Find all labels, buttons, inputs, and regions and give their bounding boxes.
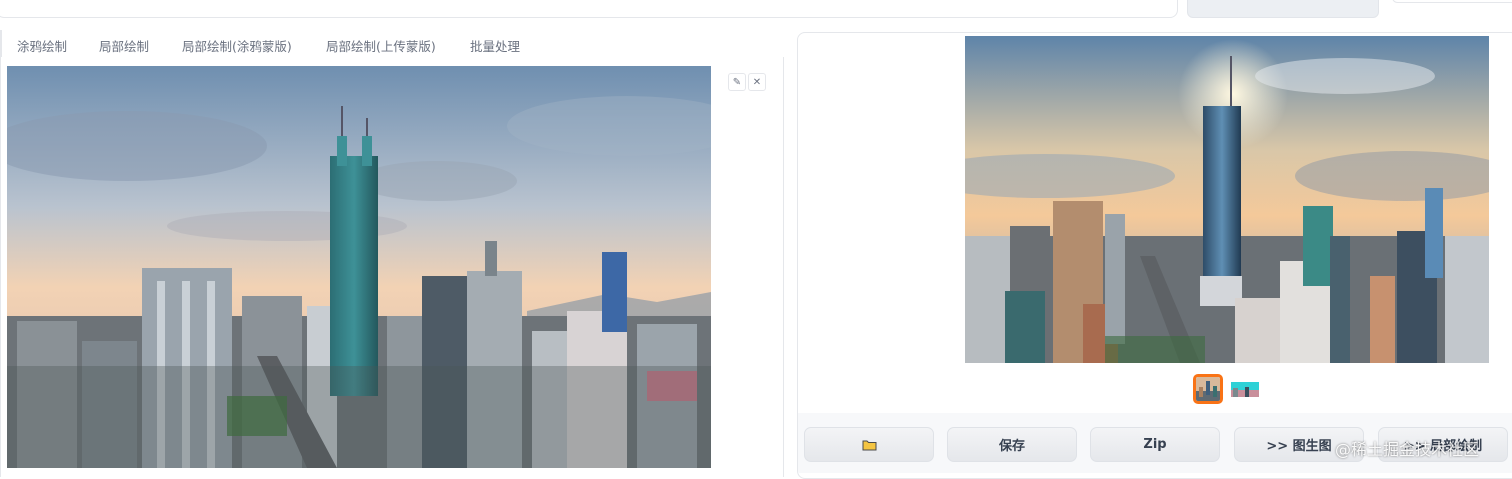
close-icon[interactable]: ✕ [748, 73, 766, 91]
tab-sketch[interactable]: 涂鸦绘制 [17, 36, 67, 55]
save-button[interactable]: 保存 [947, 427, 1077, 462]
top-secondary-field[interactable] [1392, 0, 1512, 3]
img2img-mode-tabs: 涂鸦绘制 局部绘制 局部绘制(涂鸦蒙版) 局部绘制(上传蒙版) 批量处理 [0, 30, 783, 58]
tab-inpaint-upload[interactable]: 局部绘制(上传蒙版) [326, 36, 436, 55]
gallery-thumbnail-1[interactable] [1193, 374, 1223, 404]
watermark: @稀土掘金技术社区 [1335, 440, 1480, 459]
tab-batch[interactable]: 批量处理 [470, 36, 520, 55]
tab-divider [0, 30, 2, 57]
output-image[interactable] [965, 36, 1489, 363]
open-folder-button[interactable] [804, 427, 934, 462]
top-action-button[interactable] [1187, 0, 1379, 18]
input-image[interactable] [7, 66, 711, 468]
tab-inpaint[interactable]: 局部绘制 [99, 36, 149, 55]
gallery-thumbnail-2[interactable] [1231, 377, 1259, 402]
zip-button[interactable]: Zip [1090, 427, 1220, 462]
folder-icon [862, 440, 876, 450]
tab-inpaint-sketch[interactable]: 局部绘制(涂鸦蒙版) [182, 36, 292, 55]
top-prompt-field[interactable] [0, 0, 1178, 18]
pencil-icon[interactable]: ✎ [728, 73, 746, 91]
